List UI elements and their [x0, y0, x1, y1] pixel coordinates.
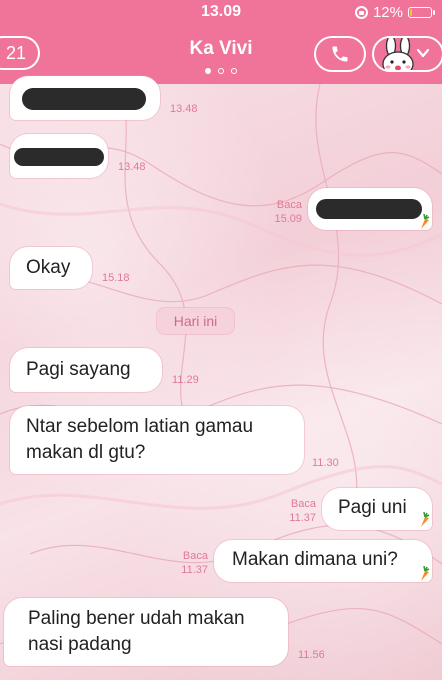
redacted-text	[22, 88, 146, 110]
phone-icon	[332, 46, 348, 62]
message-time: 15.09	[274, 213, 302, 225]
carrot-icon	[421, 214, 430, 229]
bunny-sticker-icon	[382, 38, 414, 70]
message-text-line: Paling bener udah makan	[28, 608, 245, 629]
message-text: Pagi sayang	[26, 359, 131, 380]
message-time: 15.18	[102, 272, 130, 284]
message-bubble[interactable]	[308, 188, 432, 230]
battery-percent: 12%	[372, 4, 403, 21]
message-text-line: makan dl gtu?	[26, 442, 146, 463]
message-text: Pagi uni	[338, 497, 407, 518]
message-bubble[interactable]: Pagi uni	[322, 488, 432, 530]
call-button[interactable]	[314, 36, 366, 72]
message-bubble[interactable]	[10, 134, 108, 178]
message-text-line: Ntar sebelom latian gamau	[26, 416, 254, 437]
message-bubble[interactable]: Paling bener udah makan nasi padang	[4, 598, 288, 666]
message-text: Okay	[26, 257, 71, 278]
rotation-lock-icon	[354, 6, 368, 19]
chevron-down-icon	[416, 48, 430, 58]
read-receipt: Baca	[276, 199, 302, 211]
message-bubble[interactable]: Pagi sayang	[10, 348, 162, 392]
message-text: Makan dimana uni?	[232, 549, 398, 570]
date-divider: Hari ini	[157, 308, 234, 334]
message-bubble[interactable]: Makan dimana uni?	[214, 540, 432, 582]
message-bubble[interactable]: Ntar sebelom latian gamau makan dl gtu?	[10, 406, 304, 474]
message-time: 13.48	[170, 103, 198, 115]
carrot-icon	[421, 512, 430, 527]
message-time: 11.37	[181, 564, 208, 576]
chat-header: 21 Ka Vivi	[0, 24, 442, 84]
page-dot	[205, 68, 211, 74]
battery-icon	[408, 7, 435, 18]
message-time: 11.56	[298, 649, 325, 661]
battery-fill	[410, 9, 412, 16]
read-receipt: Baca	[290, 498, 316, 510]
message-time: 11.37	[289, 512, 316, 524]
page-dot	[218, 68, 224, 74]
message-time: 11.30	[312, 457, 339, 469]
redacted-text	[316, 199, 422, 219]
status-bar: 13.09 12%	[0, 0, 442, 24]
message-time: 13.48	[118, 161, 146, 173]
redacted-text	[14, 148, 104, 166]
message-bubble[interactable]: Okay	[10, 247, 92, 289]
message-text-line: nasi padang	[28, 634, 132, 655]
read-receipt: Baca	[182, 550, 208, 562]
carrot-icon	[421, 566, 430, 581]
menu-button[interactable]	[372, 36, 442, 72]
message-time: 11.29	[172, 374, 199, 386]
page-dot	[231, 68, 237, 74]
message-bubble[interactable]	[10, 76, 160, 120]
